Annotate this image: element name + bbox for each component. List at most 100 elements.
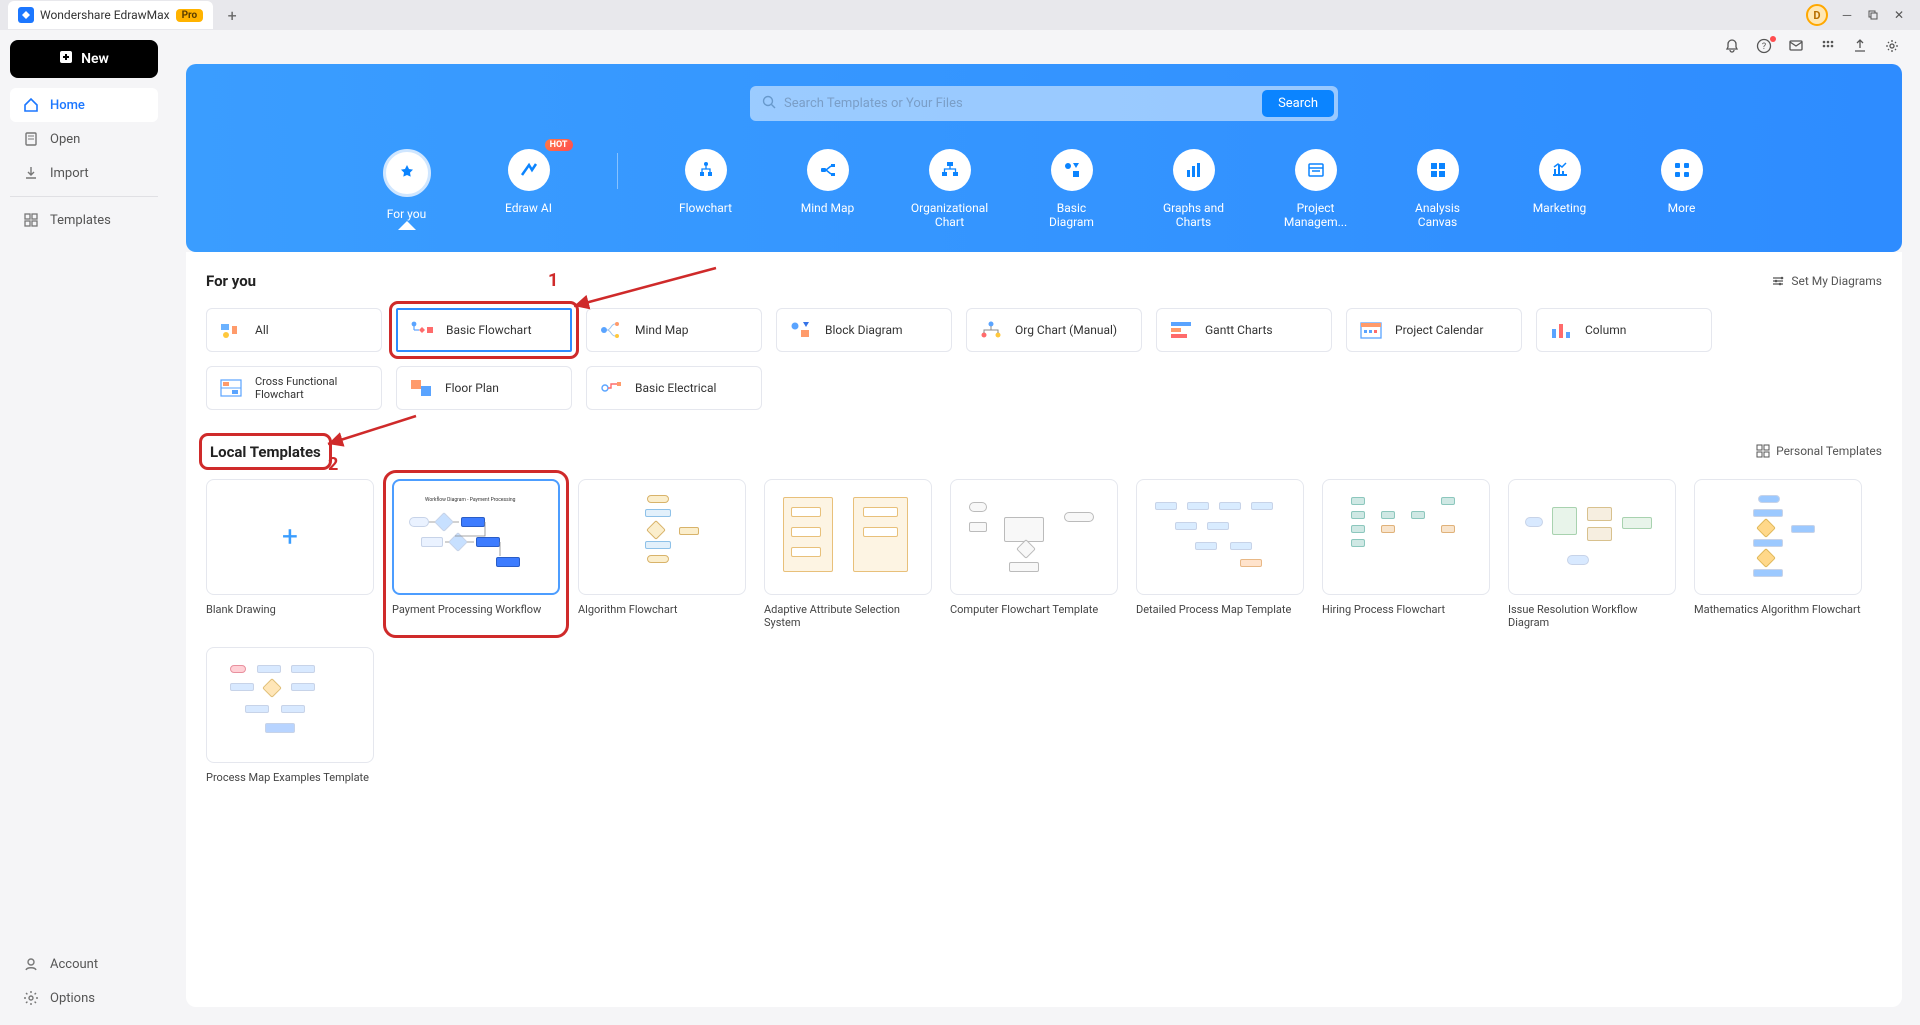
category-mindmap[interactable]: Mind Map	[794, 149, 862, 215]
category-label: Graphs and Charts	[1160, 201, 1228, 230]
annotation-number-2: 2	[328, 454, 338, 475]
chip-label: Block Diagram	[825, 323, 903, 337]
template-label: Hiring Process Flowchart	[1322, 603, 1490, 616]
message-icon[interactable]	[1788, 38, 1806, 56]
chip-all[interactable]: All	[206, 308, 382, 352]
personal-templates-link[interactable]: Personal Templates	[1756, 444, 1882, 458]
chip-basic-electrical[interactable]: Basic Electrical	[586, 366, 762, 410]
chip-basic-flowchart[interactable]: Basic Flowchart	[396, 308, 572, 352]
chip-label: Floor Plan	[445, 381, 499, 395]
category-label: Project Managem...	[1282, 201, 1350, 230]
template-detailed-process-map[interactable]: Detailed Process Map Template	[1136, 479, 1304, 629]
electrical-icon	[599, 378, 623, 398]
template-payment-processing[interactable]: Workflow Diagram - Payment Processing Pa…	[392, 479, 560, 629]
home-icon	[22, 96, 40, 114]
gantt-icon	[1169, 320, 1193, 340]
template-math-algorithm[interactable]: Mathematics Algorithm Flowchart	[1694, 479, 1862, 629]
close-button[interactable]: ✕	[1886, 2, 1912, 28]
local-templates-title: Local Templates	[210, 443, 321, 461]
sidebar-item-label: Templates	[50, 213, 111, 228]
template-label: Process Map Examples Template	[206, 771, 374, 784]
chip-mind-map[interactable]: Mind Map	[586, 308, 762, 352]
shapes-icon	[789, 320, 813, 340]
hero-banner: Search For you HOT Edraw AI Flowchart	[186, 64, 1902, 252]
category-marketing[interactable]: Marketing	[1526, 149, 1594, 215]
category-org-chart[interactable]: Organizational Chart	[916, 149, 984, 230]
category-label: Mind Map	[801, 201, 855, 215]
avatar[interactable]: D	[1806, 4, 1828, 26]
new-button[interactable]: New	[10, 40, 158, 78]
new-button-label: New	[81, 51, 109, 67]
sidebar-item-label: Import	[50, 166, 89, 181]
chip-label: Basic Flowchart	[446, 323, 532, 337]
template-adaptive-attribute[interactable]: Adaptive Attribute Selection System	[764, 479, 932, 629]
category-label: Analysis Canvas	[1404, 201, 1472, 230]
category-more[interactable]: More	[1648, 149, 1716, 215]
template-algorithm-flowchart[interactable]: Algorithm Flowchart	[578, 479, 746, 629]
settings-icon[interactable]	[1884, 38, 1902, 56]
sidebar-item-options[interactable]: Options	[10, 981, 158, 1015]
sidebar-item-open[interactable]: Open	[10, 122, 158, 156]
chart-mix-icon	[219, 320, 243, 340]
sidebar-item-import[interactable]: Import	[10, 156, 158, 190]
sidebar-item-home[interactable]: Home	[10, 88, 158, 122]
category-row: For you HOT Edraw AI Flowchart Mind Map	[373, 149, 1716, 252]
search-bar: Search	[750, 86, 1338, 121]
template-label: Algorithm Flowchart	[578, 603, 746, 616]
file-icon	[22, 130, 40, 148]
template-issue-resolution[interactable]: Issue Resolution Workflow Diagram	[1508, 479, 1676, 629]
sidebar-item-label: Account	[50, 957, 98, 972]
chip-label: Basic Electrical	[635, 381, 716, 395]
template-process-map-examples[interactable]: Process Map Examples Template	[206, 647, 374, 784]
category-edraw-ai[interactable]: HOT Edraw AI	[495, 149, 563, 215]
template-hiring-process[interactable]: Hiring Process Flowchart	[1322, 479, 1490, 629]
template-label: Computer Flowchart Template	[950, 603, 1118, 616]
search-input[interactable]	[784, 90, 1262, 117]
bell-icon[interactable]	[1724, 38, 1742, 56]
template-computer-flowchart[interactable]: Computer Flowchart Template	[950, 479, 1118, 629]
category-label: Edraw AI	[505, 201, 552, 215]
sidebar: New Home Open Import	[0, 30, 168, 1025]
minimize-button[interactable]: ─	[1834, 2, 1860, 28]
share-icon[interactable]	[1852, 38, 1870, 56]
template-label: Payment Processing Workflow	[392, 603, 560, 616]
category-graphs[interactable]: Graphs and Charts	[1160, 149, 1228, 230]
category-analysis[interactable]: Analysis Canvas	[1404, 149, 1472, 230]
chip-floor-plan[interactable]: Floor Plan	[396, 366, 572, 410]
category-label: Basic Diagram	[1038, 201, 1106, 230]
app-tab[interactable]: Wondershare EdrawMax Pro	[8, 1, 213, 29]
sidebar-item-label: Home	[50, 98, 85, 113]
template-label: Adaptive Attribute Selection System	[764, 603, 932, 629]
chip-label: Project Calendar	[1395, 323, 1483, 337]
sidebar-item-templates[interactable]: Templates	[10, 203, 158, 237]
chip-column[interactable]: Column	[1536, 308, 1712, 352]
category-label: Flowchart	[679, 201, 732, 215]
chip-label: Cross Functional Flowchart	[255, 375, 369, 401]
category-basic-diagram[interactable]: Basic Diagram	[1038, 149, 1106, 230]
chip-gantt[interactable]: Gantt Charts	[1156, 308, 1332, 352]
category-flowchart[interactable]: Flowchart	[672, 149, 740, 215]
search-button[interactable]: Search	[1262, 90, 1334, 117]
pro-badge: Pro	[176, 9, 204, 22]
category-for-you[interactable]: For you	[373, 149, 441, 221]
chip-block-diagram[interactable]: Block Diagram	[776, 308, 952, 352]
template-label: Detailed Process Map Template	[1136, 603, 1304, 616]
maximize-button[interactable]	[1860, 2, 1886, 28]
sidebar-item-account[interactable]: Account	[10, 947, 158, 981]
search-icon	[762, 94, 776, 113]
chip-project-calendar[interactable]: Project Calendar	[1346, 308, 1522, 352]
chip-label: Mind Map	[635, 323, 689, 337]
chip-label: Column	[1585, 323, 1626, 337]
chip-cross-functional[interactable]: Cross Functional Flowchart	[206, 366, 382, 410]
help-icon[interactable]: ?	[1756, 38, 1774, 56]
apps-icon[interactable]	[1820, 38, 1838, 56]
template-blank-drawing[interactable]: + Blank Drawing	[206, 479, 374, 629]
new-tab-button[interactable]: +	[219, 2, 245, 28]
floorplan-icon	[409, 378, 433, 398]
sidebar-item-label: Options	[50, 991, 95, 1006]
set-my-diagrams-link[interactable]: Set My Diagrams	[1771, 274, 1882, 288]
gear-icon	[22, 989, 40, 1007]
annotation-number-1: 1	[548, 270, 558, 291]
chip-org-chart[interactable]: Org Chart (Manual)	[966, 308, 1142, 352]
category-project-management[interactable]: Project Managem...	[1282, 149, 1350, 230]
